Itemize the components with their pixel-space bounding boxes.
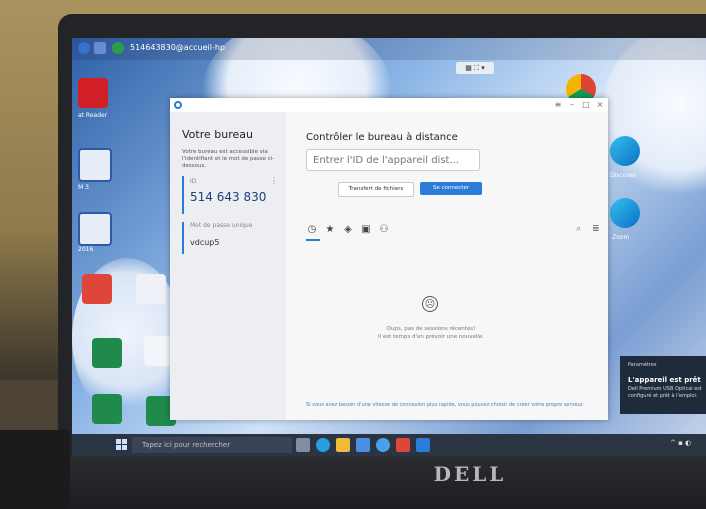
remote-session-title: 514643830@accueil-hp <box>130 43 225 52</box>
edge-taskbar-icon[interactable] <box>316 438 330 452</box>
laptop-screen: 514643830@accueil-hp ▦ ⛶ ▾ at Reader M 3… <box>72 38 706 456</box>
anydesk-icon[interactable] <box>78 42 90 54</box>
session-menu-button[interactable]: ▦ ⛶ ▾ <box>456 62 494 74</box>
document-icon[interactable] <box>136 274 166 304</box>
list-view-icon[interactable]: ≣ <box>592 224 600 234</box>
word-doc-2-icon[interactable] <box>78 212 112 246</box>
close-button[interactable]: × <box>594 99 606 111</box>
chrome-taskbar-icon[interactable] <box>376 438 390 452</box>
notification-source: Paramètres <box>628 362 657 368</box>
password-block: Mot de passe unique vdcup5 <box>182 222 280 254</box>
active-tab-indicator <box>306 239 320 241</box>
edge-icon[interactable] <box>610 136 640 166</box>
minimize-button[interactable]: – <box>566 99 578 111</box>
desk-id[interactable]: 514 643 830 <box>190 190 266 204</box>
notification-body: Dell Premium USB Optical est configuré e… <box>628 386 702 399</box>
maximize-button[interactable]: □ <box>580 99 592 111</box>
laptop-bezel-bottom <box>70 456 706 509</box>
notification-toast[interactable]: Paramètres L'appareil est prêt Dell Prem… <box>620 356 706 414</box>
remote-id-input[interactable] <box>306 149 480 171</box>
password-label: Mot de passe unique <box>190 222 253 229</box>
start-button[interactable] <box>116 439 128 451</box>
id-block: ID ⋮ 514 643 830 <box>182 176 280 214</box>
sad-face-icon: ☹ <box>422 296 438 312</box>
anydesk-taskbar-icon[interactable] <box>396 438 410 452</box>
taskbar-search-input[interactable]: Tapez ici pour rechercher <box>132 437 292 453</box>
empty-state-title: Oups, pas de sessions récentes! <box>386 326 476 332</box>
recent-sessions-tab-icon[interactable]: ◷ <box>306 224 318 236</box>
sidebar: Votre bureau Votre bureau est accessible… <box>170 112 286 420</box>
remote-session-bar: 514643830@accueil-hp <box>72 38 706 60</box>
excel-2-icon[interactable] <box>92 394 122 424</box>
anydesk-window: ≡ – □ × Votre bureau Votre bureau est ac… <box>170 98 608 420</box>
server-tip-link[interactable]: Si vous avez besoin d'une vitesse de con… <box>306 402 596 409</box>
store-taskbar-icon[interactable] <box>356 438 370 452</box>
excel-icon[interactable] <box>92 338 122 368</box>
remote-control-title: Contrôler le bureau à distance <box>306 132 458 143</box>
laptop-side <box>0 430 70 509</box>
main-panel: Contrôler le bureau à distance Transfert… <box>286 112 608 420</box>
dell-logo: DELL <box>433 462 507 486</box>
group-tab-icon[interactable]: ⚇ <box>378 224 390 236</box>
shield-icon <box>112 42 124 54</box>
desktop-icon-label: 2016 <box>78 246 94 253</box>
session-tabs: ◷ ★ ◈ ▣ ⚇ ⌕ ≣ <box>306 224 600 241</box>
explorer-taskbar-icon[interactable] <box>336 438 350 452</box>
window-titlebar: ≡ – □ × <box>170 98 608 112</box>
pdf-reader-icon[interactable] <box>78 78 108 108</box>
taskbar: Tapez ici pour rechercher ^ ▪ ◐ <box>72 434 706 456</box>
word-doc-icon[interactable] <box>78 148 112 182</box>
edge-2-icon[interactable] <box>610 198 640 228</box>
file-transfer-button[interactable]: Transfert de fichiers <box>338 182 414 197</box>
system-tray-icons[interactable]: ^ ▪ ◐ <box>670 439 691 447</box>
more-options-icon[interactable]: ⋮ <box>270 176 278 185</box>
desktop-icon-label: Zoom <box>612 234 630 241</box>
desktop-icon-label: M 3 <box>78 184 89 191</box>
password-value[interactable]: vdcup5 <box>190 238 219 247</box>
app-taskbar-icon[interactable] <box>416 438 430 452</box>
notification-title: L'appareil est prêt <box>628 376 701 384</box>
favorites-tab-icon[interactable]: ★ <box>324 224 336 236</box>
monitor-icon[interactable] <box>94 42 106 54</box>
desktop-icon-label: at Reader <box>78 112 108 119</box>
task-view-icon[interactable] <box>296 438 310 452</box>
empty-state-subtitle: Il est temps d'en prévoir une nouvelle. <box>377 334 485 340</box>
sidebar-title: Votre bureau <box>182 128 253 141</box>
connect-button[interactable]: Se connecter <box>420 182 482 195</box>
address-book-tab-icon[interactable]: ▣ <box>360 224 372 236</box>
search-icon[interactable]: ⌕ <box>576 224 581 234</box>
discovered-tab-icon[interactable]: ◈ <box>342 224 354 236</box>
id-label: ID <box>190 178 197 185</box>
desktop-icon-label: Discover <box>610 172 637 179</box>
settings-icon[interactable]: ≡ <box>552 99 564 111</box>
app-logo-icon <box>174 101 182 109</box>
app-shortcut-icon[interactable] <box>82 274 112 304</box>
sidebar-description: Votre bureau est accessible via l'identi… <box>182 149 275 169</box>
